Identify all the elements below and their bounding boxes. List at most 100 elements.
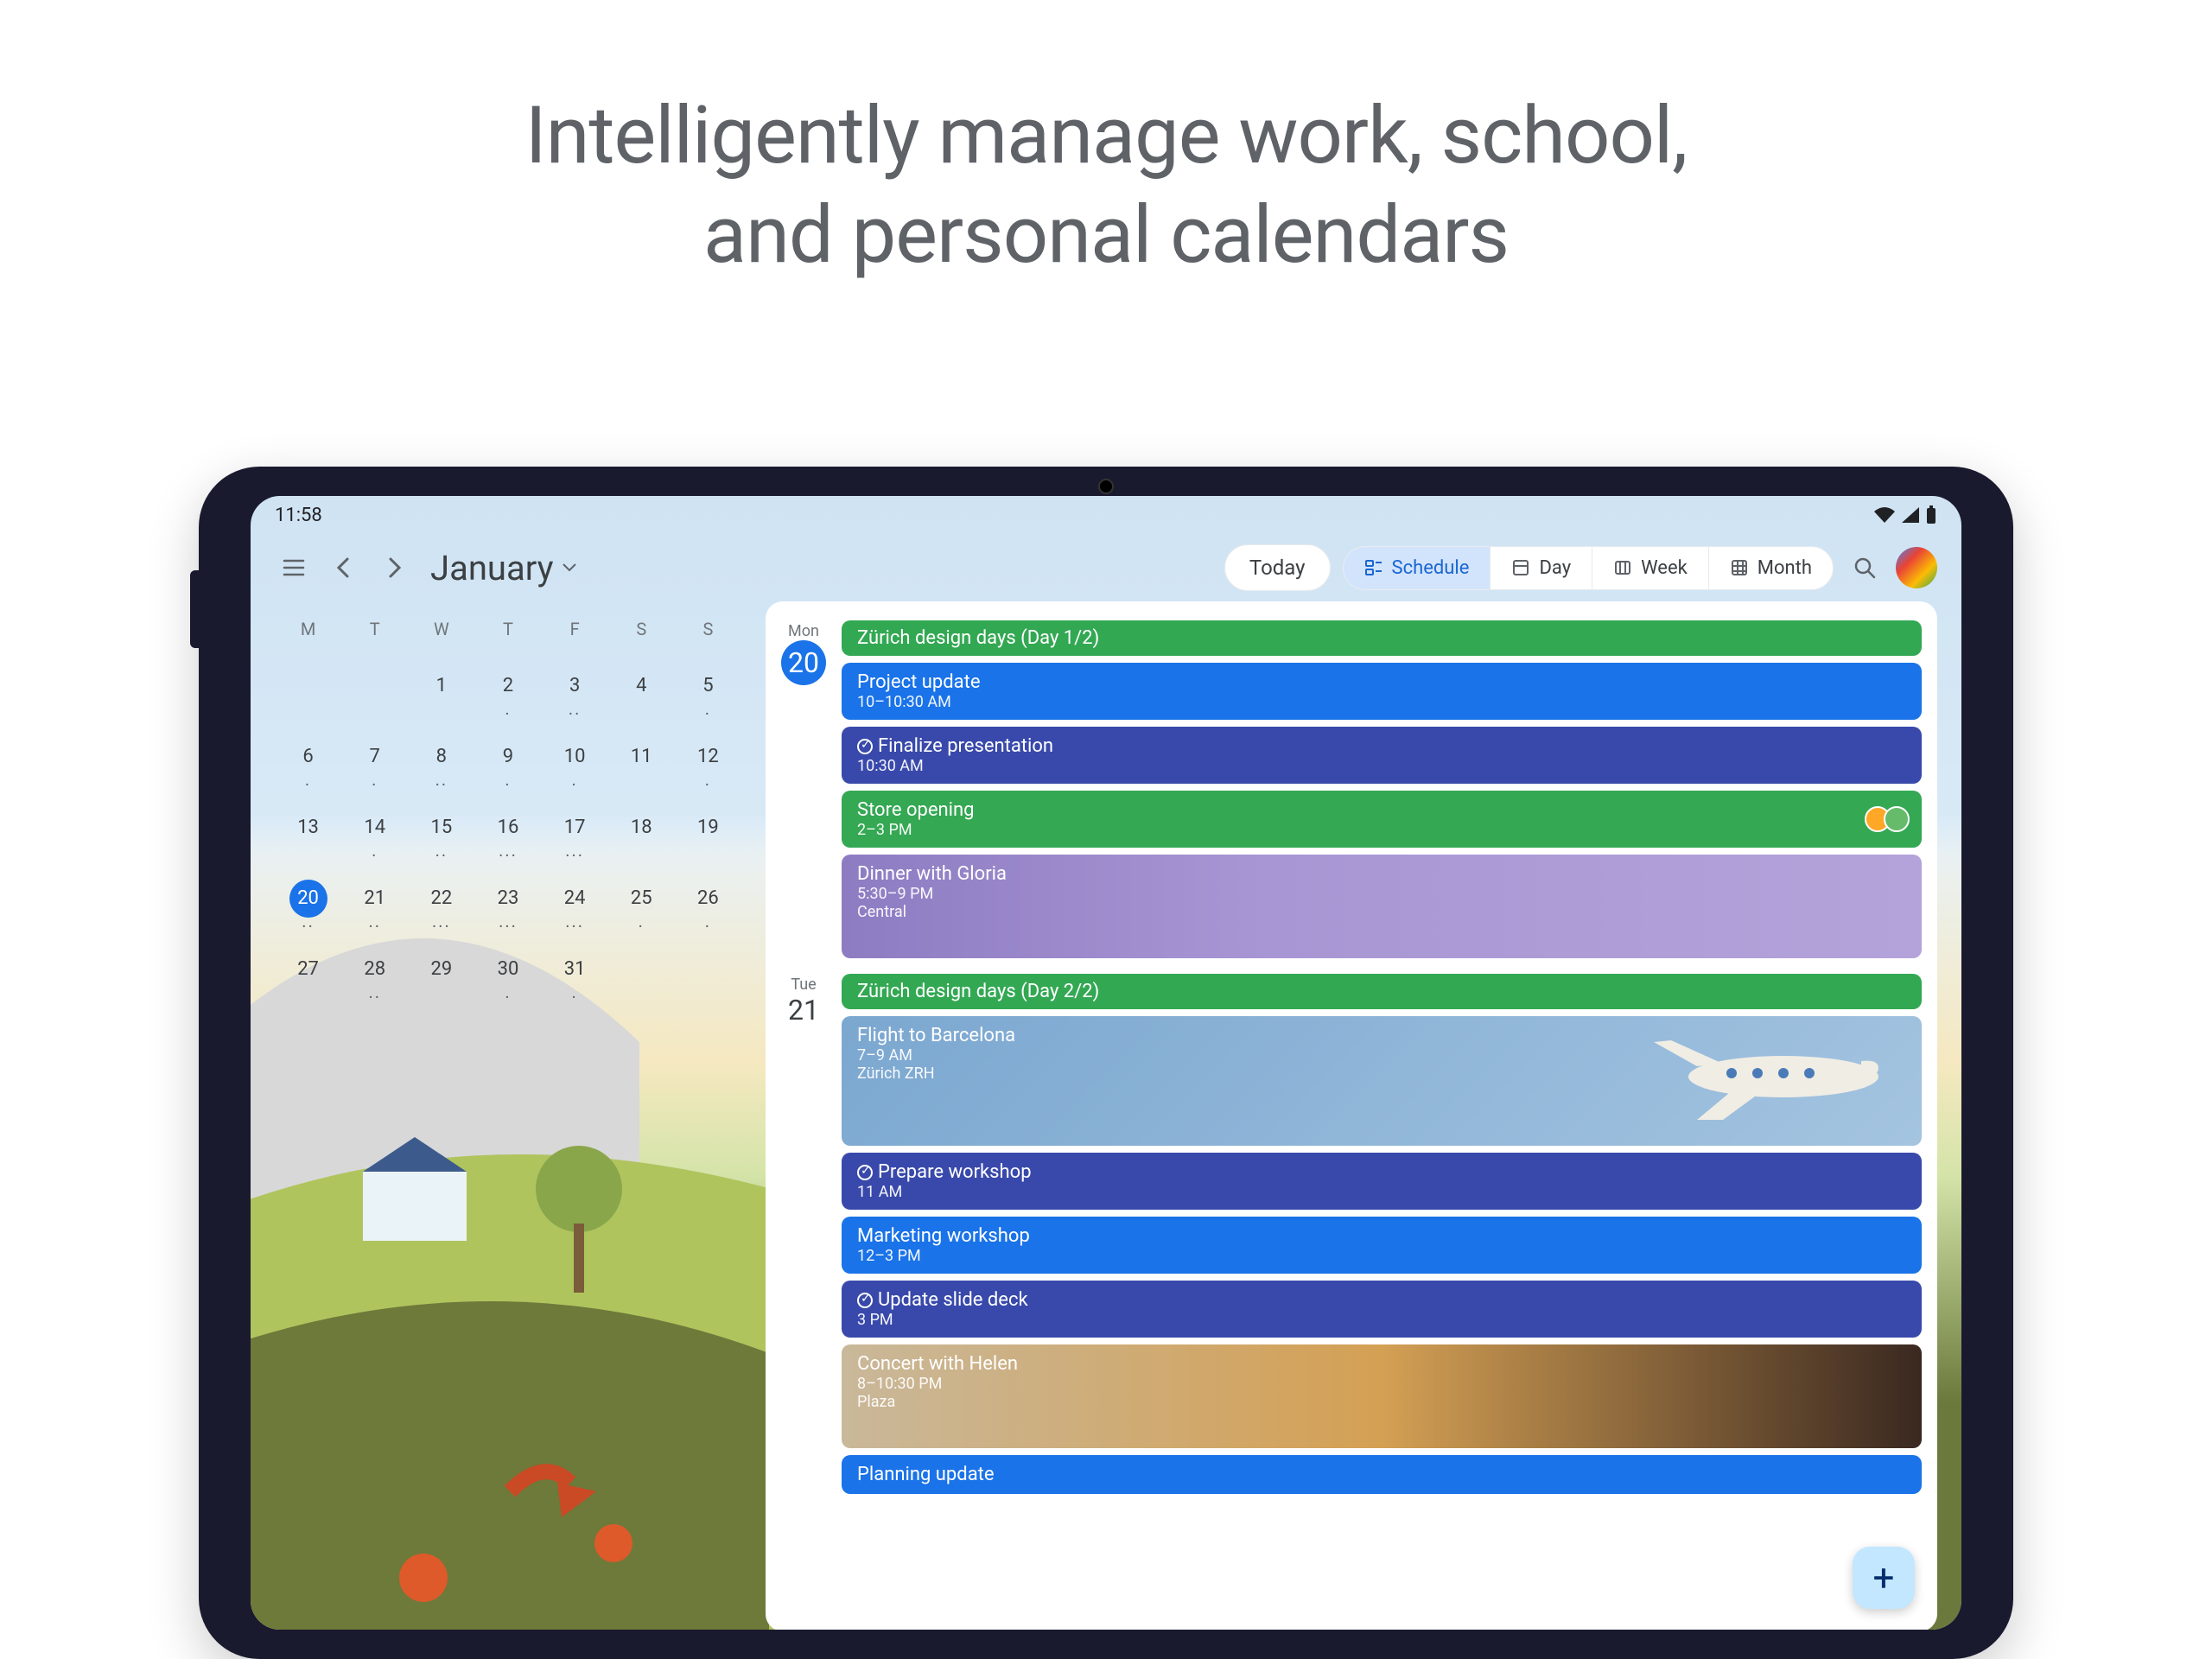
tablet-screen: 11:58 January Today Schedule Day Week Mo… bbox=[251, 496, 1961, 1630]
date-cell[interactable]: 1 bbox=[408, 655, 474, 726]
day-number[interactable]: 21 bbox=[781, 994, 826, 1027]
date-cell[interactable]: 30. bbox=[474, 938, 541, 1009]
avatar[interactable] bbox=[1896, 547, 1937, 588]
search-icon[interactable] bbox=[1846, 549, 1884, 587]
dow-cell: T bbox=[474, 619, 541, 639]
event-location: Plaza bbox=[857, 1393, 1906, 1411]
event-title: Update slide deck bbox=[857, 1289, 1906, 1311]
date-cell[interactable]: 28.. bbox=[341, 938, 408, 1009]
task-check-icon bbox=[857, 739, 873, 754]
status-time: 11:58 bbox=[275, 505, 322, 526]
schedule-panel[interactable]: Mon20 Zürich design days (Day 1/2) Project… bbox=[766, 601, 1937, 1630]
event-card[interactable]: Store opening2–3 PM bbox=[842, 791, 1922, 848]
date-cell[interactable]: 26. bbox=[675, 868, 741, 938]
date-cell[interactable]: 5. bbox=[675, 655, 741, 726]
menu-icon[interactable] bbox=[275, 549, 313, 587]
date-cell[interactable]: 7. bbox=[341, 726, 408, 797]
date-cell[interactable]: 4 bbox=[608, 655, 675, 726]
event-card[interactable]: Planning update bbox=[842, 1455, 1922, 1494]
view-day[interactable]: Day bbox=[1491, 547, 1592, 589]
event-card[interactable]: Marketing workshop12–3 PM bbox=[842, 1217, 1922, 1274]
prev-icon[interactable] bbox=[325, 549, 363, 587]
date-cell[interactable]: 23... bbox=[474, 868, 541, 938]
today-button[interactable]: Today bbox=[1224, 544, 1331, 591]
date-cell[interactable]: 24... bbox=[542, 868, 608, 938]
event-title: Prepare workshop bbox=[857, 1161, 1906, 1183]
main-content: MTWTFSS 12.3..45.6.7.8..9.10.1112.1314.1… bbox=[251, 601, 1961, 1630]
event-time: 12–3 PM bbox=[857, 1247, 1906, 1265]
date-cell[interactable]: 2. bbox=[474, 655, 541, 726]
month-view-icon bbox=[1730, 558, 1749, 577]
event-title: Project update bbox=[857, 671, 1906, 693]
date-cell[interactable]: 11 bbox=[608, 726, 675, 797]
date-cell[interactable]: 22... bbox=[408, 868, 474, 938]
event-title: Finalize presentation bbox=[857, 735, 1906, 757]
view-month[interactable]: Month bbox=[1709, 547, 1833, 589]
date-cell[interactable]: 10. bbox=[542, 726, 608, 797]
event-time: 3 PM bbox=[857, 1311, 1906, 1329]
date-cell[interactable]: 21.. bbox=[341, 868, 408, 938]
date-cell[interactable]: 16... bbox=[474, 797, 541, 868]
event-card[interactable]: Dinner with Gloria5:30–9 PMCentral bbox=[842, 855, 1922, 958]
date-cell[interactable]: 6. bbox=[275, 726, 341, 797]
date-cell[interactable]: 20.. bbox=[275, 868, 341, 938]
event-card[interactable]: Flight to Barcelona7–9 AMZürich ZRH bbox=[842, 1016, 1922, 1146]
event-card[interactable]: Update slide deck3 PM bbox=[842, 1281, 1922, 1338]
event-card[interactable]: Zürich design days (Day 2/2) bbox=[842, 974, 1922, 1009]
task-check-icon bbox=[857, 1165, 873, 1180]
event-title: Concert with Helen bbox=[857, 1353, 1906, 1375]
date-cell[interactable]: 31. bbox=[542, 938, 608, 1009]
wifi-icon bbox=[1873, 506, 1896, 524]
date-cell[interactable]: 25. bbox=[608, 868, 675, 938]
dow-cell: S bbox=[675, 619, 741, 639]
event-card[interactable]: Project update10–10:30 AM bbox=[842, 663, 1922, 720]
date-cell[interactable]: 12. bbox=[675, 726, 741, 797]
event-title: Zürich design days (Day 2/2) bbox=[857, 981, 1906, 1002]
day-number[interactable]: 20 bbox=[781, 640, 826, 685]
view-schedule[interactable]: Schedule bbox=[1344, 547, 1491, 589]
date-cell[interactable]: 29 bbox=[408, 938, 474, 1009]
day-label: Mon bbox=[781, 622, 826, 640]
date-cell bbox=[675, 938, 741, 1009]
task-check-icon bbox=[857, 1293, 873, 1308]
event-time: 5:30–9 PM bbox=[857, 885, 1906, 903]
date-cell[interactable]: 9. bbox=[474, 726, 541, 797]
event-title: Zürich design days (Day 1/2) bbox=[857, 627, 1906, 649]
day-label: Tue bbox=[781, 976, 826, 994]
status-bar: 11:58 bbox=[251, 496, 1961, 534]
day-view-icon bbox=[1511, 558, 1530, 577]
create-event-fab[interactable]: + bbox=[1853, 1547, 1915, 1609]
date-cell[interactable]: 27 bbox=[275, 938, 341, 1009]
schedule-view-icon bbox=[1364, 558, 1383, 577]
month-dropdown[interactable]: January bbox=[430, 548, 576, 588]
event-title: Planning update bbox=[857, 1464, 1906, 1485]
date-cell[interactable]: 13 bbox=[275, 797, 341, 868]
event-card[interactable]: Finalize presentation10:30 AM bbox=[842, 727, 1922, 784]
day-block: Tue21 Zürich design days (Day 2/2) Flight … bbox=[766, 970, 1937, 1506]
next-icon[interactable] bbox=[375, 549, 413, 587]
date-cell[interactable]: 3.. bbox=[542, 655, 608, 726]
event-card[interactable]: Prepare workshop11 AM bbox=[842, 1153, 1922, 1210]
tablet-camera bbox=[1098, 479, 1114, 494]
signal-icon bbox=[1901, 506, 1920, 524]
date-cell[interactable]: 17... bbox=[542, 797, 608, 868]
dow-cell: M bbox=[275, 619, 341, 639]
dow-cell: W bbox=[408, 619, 474, 639]
date-cell[interactable]: 18 bbox=[608, 797, 675, 868]
date-cell[interactable]: 19 bbox=[675, 797, 741, 868]
date-cell[interactable]: 8.. bbox=[408, 726, 474, 797]
date-cell[interactable]: 14. bbox=[341, 797, 408, 868]
tablet-side-button bbox=[190, 570, 199, 648]
event-location: Central bbox=[857, 903, 1906, 921]
event-title: Store opening bbox=[857, 799, 1906, 821]
dow-cell: S bbox=[608, 619, 675, 639]
event-time: 10–10:30 AM bbox=[857, 693, 1906, 711]
week-view-icon bbox=[1613, 558, 1632, 577]
date-cell[interactable]: 15.. bbox=[408, 797, 474, 868]
event-card[interactable]: Zürich design days (Day 1/2) bbox=[842, 620, 1922, 656]
date-cell bbox=[275, 655, 341, 726]
attendee-avatars bbox=[1865, 806, 1910, 832]
date-cell bbox=[341, 655, 408, 726]
view-week[interactable]: Week bbox=[1592, 547, 1709, 589]
event-card[interactable]: Concert with Helen8–10:30 PMPlaza bbox=[842, 1344, 1922, 1448]
